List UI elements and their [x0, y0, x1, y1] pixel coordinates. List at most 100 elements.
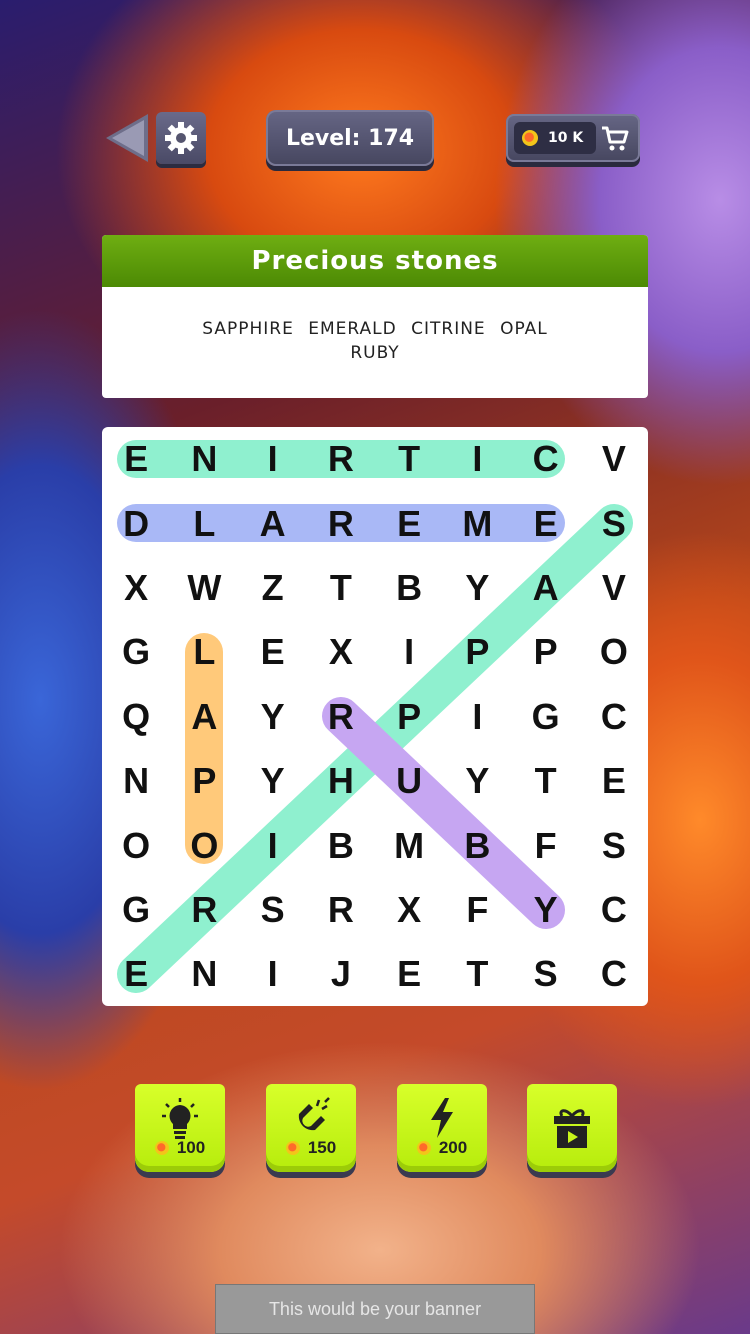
grid-cell[interactable]: P: [170, 749, 238, 813]
grid-cell[interactable]: G: [102, 878, 170, 942]
grid-cell[interactable]: Y: [443, 749, 511, 813]
grid-cell[interactable]: T: [443, 942, 511, 1006]
grid-cell[interactable]: Y: [239, 685, 307, 749]
grid-cell[interactable]: V: [580, 427, 648, 491]
back-button[interactable]: [104, 112, 150, 164]
grid-cell[interactable]: L: [170, 620, 238, 684]
grid-cell[interactable]: M: [443, 491, 511, 555]
grid-cell[interactable]: T: [512, 749, 580, 813]
grid-cell[interactable]: P: [375, 685, 443, 749]
grid-cell[interactable]: O: [580, 620, 648, 684]
coin-icon: [154, 1141, 169, 1155]
grid-cell[interactable]: Y: [239, 749, 307, 813]
grid-cell[interactable]: S: [580, 491, 648, 555]
magnet-price-label: 150: [307, 1138, 337, 1157]
word-search-board[interactable]: ENIRTICVDLAREMESXWZTBYAVGLEXIPPOQAYRPIGC…: [102, 427, 648, 1006]
grid-cell[interactable]: X: [307, 620, 375, 684]
ad-banner-label: This would be your banner: [268, 1298, 482, 1319]
coins-shop-button[interactable]: 10 K: [506, 114, 640, 162]
grid-cell[interactable]: A: [239, 491, 307, 555]
grid-cell[interactable]: A: [512, 556, 580, 620]
magnet-price: 150: [266, 1138, 356, 1158]
grid-cell[interactable]: I: [443, 427, 511, 491]
grid-cell[interactable]: I: [239, 427, 307, 491]
grid-cell[interactable]: E: [512, 491, 580, 555]
grid-cell[interactable]: E: [375, 491, 443, 555]
category-panel: Precious stones SAPPHIRE EMERALD CITRINE…: [102, 235, 648, 398]
category-title: Precious stones: [102, 235, 648, 287]
grid-cell[interactable]: C: [580, 942, 648, 1006]
grid-cell[interactable]: P: [443, 620, 511, 684]
grid-cell[interactable]: A: [170, 685, 238, 749]
grid-cell[interactable]: S: [512, 942, 580, 1006]
grid-cell[interactable]: I: [443, 685, 511, 749]
grid-cell[interactable]: W: [170, 556, 238, 620]
grid-cell[interactable]: R: [170, 878, 238, 942]
grid-cell[interactable]: E: [375, 942, 443, 1006]
grid-cell[interactable]: B: [375, 556, 443, 620]
grid-cell[interactable]: G: [102, 620, 170, 684]
words-list: SAPPHIRE EMERALD CITRINE OPAL RUBY: [165, 317, 585, 365]
grid-cell[interactable]: S: [580, 813, 648, 877]
grid-cell[interactable]: E: [580, 749, 648, 813]
settings-button[interactable]: [156, 112, 206, 164]
hint-booster-button[interactable]: 100: [135, 1084, 225, 1172]
gift-video-booster-button[interactable]: [527, 1084, 617, 1172]
grid-cell[interactable]: I: [239, 942, 307, 1006]
level-indicator: Level: 174: [266, 110, 434, 166]
grid-cell[interactable]: O: [102, 813, 170, 877]
grid-cell[interactable]: B: [443, 813, 511, 877]
grid-cell[interactable]: T: [375, 427, 443, 491]
grid-cell[interactable]: H: [307, 749, 375, 813]
ad-banner[interactable]: This would be your banner: [215, 1284, 535, 1334]
grid-cell[interactable]: V: [580, 556, 648, 620]
grid-cell[interactable]: U: [375, 749, 443, 813]
grid-cell[interactable]: O: [170, 813, 238, 877]
grid-cell[interactable]: B: [307, 813, 375, 877]
level-label: Level: 174: [285, 125, 415, 151]
top-bar: Level: 174 10 K: [0, 0, 750, 200]
grid-cell[interactable]: P: [512, 620, 580, 684]
grid-cell[interactable]: D: [102, 491, 170, 555]
grid-cell[interactable]: C: [580, 685, 648, 749]
grid-cell[interactable]: T: [307, 556, 375, 620]
grid-cell[interactable]: I: [375, 620, 443, 684]
grid-cell[interactable]: N: [170, 427, 238, 491]
grid-cell[interactable]: F: [443, 878, 511, 942]
grid-cell[interactable]: X: [102, 556, 170, 620]
grid-cell[interactable]: G: [512, 685, 580, 749]
letter-grid[interactable]: ENIRTICVDLAREMESXWZTBYAVGLEXIPPOQAYRPIGC…: [102, 427, 648, 1006]
word-item: OPAL: [500, 319, 548, 339]
magnet-booster-button[interactable]: 150: [266, 1084, 356, 1172]
grid-cell[interactable]: Z: [239, 556, 307, 620]
grid-cell[interactable]: R: [307, 491, 375, 555]
grid-cell[interactable]: N: [170, 942, 238, 1006]
grid-cell[interactable]: R: [307, 685, 375, 749]
grid-cell[interactable]: F: [512, 813, 580, 877]
grid-cell[interactable]: E: [102, 942, 170, 1006]
grid-cell[interactable]: J: [307, 942, 375, 1006]
grid-cell[interactable]: R: [307, 427, 375, 491]
grid-cell[interactable]: C: [512, 427, 580, 491]
grid-cell[interactable]: N: [102, 749, 170, 813]
grid-cell[interactable]: C: [580, 878, 648, 942]
grid-cell[interactable]: L: [170, 491, 238, 555]
lightning-price: 200: [397, 1138, 487, 1158]
grid-cell[interactable]: X: [375, 878, 443, 942]
lightning-booster-button[interactable]: 200: [397, 1084, 487, 1172]
lightning-price-label: 200: [438, 1138, 468, 1157]
back-arrow-icon: [106, 114, 148, 162]
grid-cell[interactable]: Y: [443, 556, 511, 620]
grid-cell[interactable]: Q: [102, 685, 170, 749]
grid-cell[interactable]: E: [239, 620, 307, 684]
word-item: SAPPHIRE: [202, 319, 294, 339]
grid-cell[interactable]: M: [375, 813, 443, 877]
grid-cell[interactable]: S: [239, 878, 307, 942]
grid-cell[interactable]: R: [307, 878, 375, 942]
hint-price: 100: [135, 1138, 225, 1158]
grid-cell[interactable]: Y: [512, 878, 580, 942]
word-item: CITRINE: [411, 319, 486, 339]
coin-balance-label: 10 K: [548, 130, 584, 146]
grid-cell[interactable]: I: [239, 813, 307, 877]
grid-cell[interactable]: E: [102, 427, 170, 491]
